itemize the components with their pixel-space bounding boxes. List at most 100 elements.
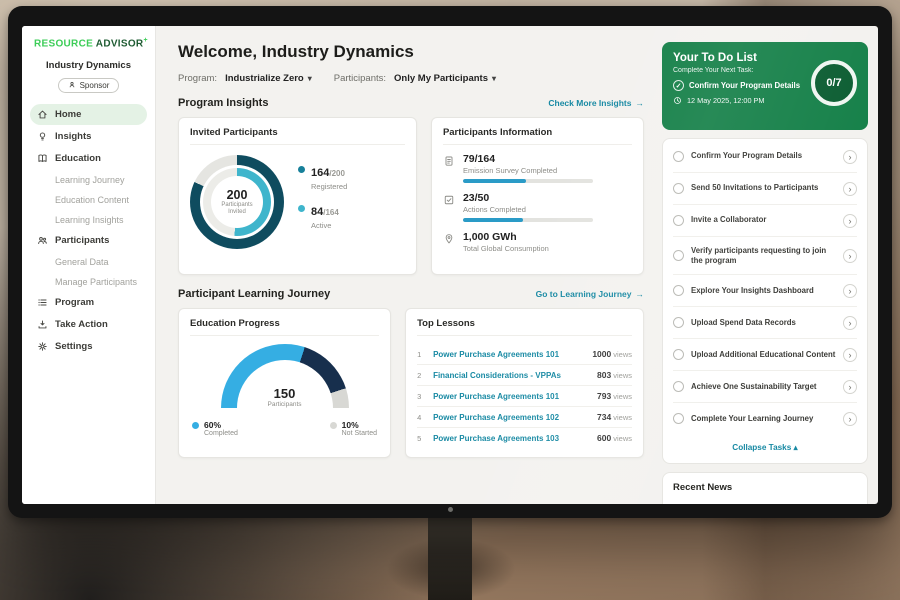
task-item[interactable]: Send 50 Invitations to Participants ›: [673, 173, 857, 205]
recent-news-title: Recent News: [673, 482, 857, 493]
invited-donut-chart: 200 Participants Invited: [190, 155, 284, 249]
progress-fill: [463, 179, 526, 183]
progress-fill: [463, 218, 523, 222]
chevron-down-icon: ▾: [492, 74, 496, 83]
go-to-learning-journey-link[interactable]: Go to Learning Journey →: [536, 289, 644, 299]
lesson-link[interactable]: Power Purchase Agreements 103: [433, 434, 571, 443]
survey-icon: [443, 153, 455, 183]
task-checkbox-icon[interactable]: [673, 317, 684, 328]
gear-icon: [37, 341, 48, 352]
location-pin-icon: [443, 231, 455, 257]
actions-completed-row: 23/50 Actions Completed: [443, 192, 632, 222]
chevron-right-icon: ›: [843, 316, 857, 330]
education-gauge-chart: 150 Participants: [221, 344, 349, 408]
section-title-learning-journey: Participant Learning Journey: [178, 288, 330, 300]
task-item[interactable]: Confirm Your Program Details ›: [673, 141, 857, 173]
top-lessons-card: Top Lessons 1 Power Purchase Agreements …: [405, 308, 644, 458]
participants-information-card: Participants Information 79/164 Emission…: [431, 117, 644, 275]
invited-participants-card: Invited Participants 200 Participants In…: [178, 117, 417, 275]
sidebar-item-general-data[interactable]: General Data: [30, 252, 147, 271]
take-action-icon: [37, 319, 48, 330]
participants-select[interactable]: Only My Participants ▾: [394, 73, 496, 84]
chevron-right-icon: ›: [843, 182, 857, 196]
app-logo: RESOURCE ADVISOR+: [22, 26, 155, 51]
sidebar-item-settings[interactable]: Settings: [30, 336, 147, 357]
legend-registered: 164/200 Registered: [298, 163, 347, 191]
actions-progress-bar: [463, 218, 593, 222]
sidebar-item-home[interactable]: Home: [30, 104, 147, 125]
book-icon: [37, 153, 48, 164]
task-checkbox-icon[interactable]: [673, 151, 684, 162]
chevron-down-icon: ▾: [308, 74, 312, 83]
task-item[interactable]: Complete Your Learning Journey ›: [673, 403, 857, 434]
legend-active: 84/164 Active: [298, 202, 347, 230]
task-item[interactable]: Achieve One Sustainability Target ›: [673, 371, 857, 403]
chevron-right-icon: ›: [843, 150, 857, 164]
chevron-right-icon: ›: [843, 348, 857, 362]
sidebar-item-manage-participants[interactable]: Manage Participants: [30, 272, 147, 291]
lesson-link[interactable]: Power Purchase Agreements 102: [433, 413, 571, 422]
chevron-right-icon: ›: [843, 284, 857, 298]
monitor-stand: [428, 516, 472, 600]
recent-news-card: Recent News: [662, 472, 868, 504]
task-item[interactable]: Invite a Collaborator ›: [673, 205, 857, 237]
todo-panel: Your To Do List Complete Your Next Task:…: [662, 26, 878, 504]
program-select[interactable]: Industrialize Zero ▾: [225, 73, 312, 84]
sidebar-item-participants[interactable]: Participants: [30, 230, 147, 251]
monitor-brand-logo: [448, 507, 453, 512]
sidebar-item-learning-insights[interactable]: Learning Insights: [30, 210, 147, 229]
task-item[interactable]: Explore Your Insights Dashboard ›: [673, 275, 857, 307]
dashboard-screen: RESOURCE ADVISOR+ Industry Dynamics Spon…: [22, 26, 878, 504]
lesson-row: 3 Power Purchase Agreements 101 793views: [417, 386, 632, 407]
arrow-right-icon: →: [636, 289, 645, 299]
sidebar-item-education[interactable]: Education: [30, 148, 147, 169]
lesson-row: 2 Financial Considerations - VPPAs 803vi…: [417, 365, 632, 386]
monitor-bezel: RESOURCE ADVISOR+ Industry Dynamics Spon…: [8, 6, 892, 518]
sidebar-item-education-content[interactable]: Education Content: [30, 190, 147, 209]
clock-icon: [673, 96, 682, 105]
lesson-row: 4 Power Purchase Agreements 102 734views: [417, 407, 632, 428]
tasks-card: Confirm Your Program Details › Send 50 I…: [662, 138, 868, 464]
lesson-link[interactable]: Financial Considerations - VPPAs: [433, 371, 571, 380]
chevron-right-icon: ›: [843, 249, 857, 263]
main-content: Welcome, Industry Dynamics Program: Indu…: [156, 26, 662, 504]
sidebar-item-take-action[interactable]: Take Action: [30, 314, 147, 335]
task-item[interactable]: Upload Additional Educational Content ›: [673, 339, 857, 371]
task-checkbox-icon[interactable]: [673, 183, 684, 194]
education-progress-card: Education Progress 150 Participants: [178, 308, 391, 458]
task-checkbox-icon[interactable]: [673, 250, 684, 261]
lesson-row: 1 Power Purchase Agreements 101 1000view…: [417, 344, 632, 365]
checklist-icon: [443, 192, 455, 222]
section-title-program-insights: Program Insights: [178, 97, 268, 109]
task-checkbox-icon[interactable]: [673, 215, 684, 226]
sponsor-badge: Sponsor: [58, 78, 120, 93]
task-checkbox-icon[interactable]: [673, 285, 684, 296]
task-item[interactable]: Verify participants requesting to join t…: [673, 237, 857, 275]
legend-dot-completed: [192, 422, 199, 429]
list-icon: [37, 297, 48, 308]
task-checkbox-icon[interactable]: [673, 413, 684, 424]
lesson-link[interactable]: Power Purchase Agreements 101: [433, 392, 571, 401]
lesson-row: 5 Power Purchase Agreements 103 600views: [417, 428, 632, 448]
chevron-right-icon: ›: [843, 412, 857, 426]
person-icon: [68, 81, 76, 89]
check-circle-icon: ✓: [673, 80, 684, 91]
task-item[interactable]: Upload Spend Data Records ›: [673, 307, 857, 339]
emission-survey-row: 79/164 Emission Survey Completed: [443, 153, 632, 183]
chevron-up-icon: ▴: [794, 443, 798, 452]
task-checkbox-icon[interactable]: [673, 381, 684, 392]
lesson-link[interactable]: Power Purchase Agreements 101: [433, 350, 571, 359]
task-checkbox-icon[interactable]: [673, 349, 684, 360]
sidebar-item-program[interactable]: Program: [30, 292, 147, 313]
lightbulb-icon: [37, 131, 48, 142]
emission-progress-bar: [463, 179, 593, 183]
sidebar-item-insights[interactable]: Insights: [30, 126, 147, 147]
sidebar-item-learning-journey[interactable]: Learning Journey: [30, 170, 147, 189]
invited-legend: 164/200 Registered 84/164 Active: [298, 163, 347, 241]
desk-scene: RESOURCE ADVISOR+ Industry Dynamics Spon…: [0, 0, 900, 600]
legend-dot-registered: [298, 166, 305, 173]
collapse-tasks-link[interactable]: Collapse Tasks ▴: [673, 434, 857, 461]
check-more-insights-link[interactable]: Check More Insights →: [548, 98, 644, 108]
chevron-right-icon: ›: [843, 214, 857, 228]
legend-dot-active: [298, 205, 305, 212]
